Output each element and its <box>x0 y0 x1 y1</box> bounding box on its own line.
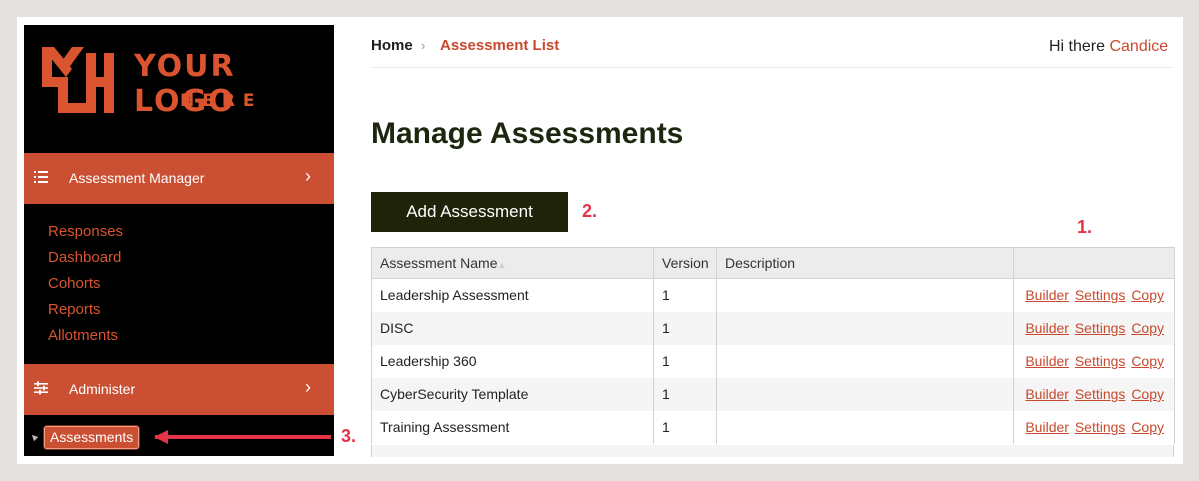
annotation-2: 2. <box>582 201 598 221</box>
cell-name: Leadership 360 <box>371 344 654 378</box>
column-header-description[interactable]: Description <box>716 247 1014 279</box>
assessment-manager-submenu: Responses Dashboard Cohorts Reports Allo… <box>48 219 123 349</box>
cell-version: 1 <box>653 311 717 345</box>
cell-version: 1 <box>653 410 717 444</box>
cell-actions: Builder Settings Copy <box>1013 344 1175 378</box>
sidebar-item-responses[interactable]: Responses <box>48 219 123 245</box>
user-greeting: Hi there Candice <box>1049 38 1168 56</box>
cell-name: CyberSecurity Template <box>371 377 654 411</box>
table-header-row: Assessment Name▲ Version Description <box>371 247 1175 279</box>
builder-link[interactable]: Builder <box>1025 419 1069 435</box>
table-row: Leadership 360 1 Builder Settings Copy <box>371 344 1175 378</box>
sidebar: YOUR LOGO HERE Assessment Manager › Resp… <box>24 25 334 456</box>
greeting-prefix: Hi there <box>1049 38 1110 55</box>
cell-version: 1 <box>653 278 717 312</box>
sidebar-item-assessments[interactable]: Assessments <box>44 426 140 449</box>
cell-description <box>716 410 1014 444</box>
table-row: CyberSecurity Template 1 Builder Setting… <box>371 377 1175 411</box>
cell-name: DISC <box>371 311 654 345</box>
add-assessment-button[interactable]: Add Assessment <box>371 192 568 232</box>
sidebar-item-administer[interactable]: Administer › <box>24 364 334 415</box>
cell-actions: Builder Settings Copy <box>1013 311 1175 345</box>
table-row: Training Assessment 1 Builder Settings C… <box>371 410 1175 444</box>
annotation-arrow-head <box>154 430 168 444</box>
settings-link[interactable]: Settings <box>1075 353 1126 369</box>
copy-link[interactable]: Copy <box>1131 287 1164 303</box>
settings-link[interactable]: Settings <box>1075 287 1126 303</box>
settings-link[interactable]: Settings <box>1075 320 1126 336</box>
sidebar-item-label: Assessment Manager <box>69 170 205 186</box>
cell-actions: Builder Settings Copy <box>1013 278 1175 312</box>
settings-link[interactable]: Settings <box>1075 386 1126 402</box>
logo-text-line2: HERE <box>180 91 263 111</box>
sidebar-item-cohorts[interactable]: Cohorts <box>48 271 123 297</box>
copy-link[interactable]: Copy <box>1131 419 1164 435</box>
user-name-link[interactable]: Candice <box>1109 38 1168 55</box>
cell-name: Leadership Assessment <box>371 278 654 312</box>
copy-link[interactable]: Copy <box>1131 320 1164 336</box>
cell-description <box>716 278 1014 312</box>
cell-name: Training Assessment <box>371 410 654 444</box>
cell-actions: Builder Settings Copy <box>1013 410 1175 444</box>
copy-link[interactable]: Copy <box>1131 386 1164 402</box>
annotation-arrow <box>155 435 331 439</box>
column-header-version[interactable]: Version <box>653 247 717 279</box>
breadcrumb-home[interactable]: Home <box>371 37 413 54</box>
table-row: Leadership Assessment 1 Builder Settings… <box>371 278 1175 312</box>
sidebar-item-assessment-manager[interactable]: Assessment Manager › <box>24 153 334 204</box>
sidebar-item-dashboard[interactable]: Dashboard <box>48 245 123 271</box>
header-divider <box>371 67 1173 68</box>
column-header-assessment-name[interactable]: Assessment Name▲ <box>371 247 654 279</box>
cell-description <box>716 311 1014 345</box>
logo-mark-icon <box>42 47 114 113</box>
builder-link[interactable]: Builder <box>1025 386 1069 402</box>
table-row-partial <box>371 445 1174 457</box>
sort-asc-icon: ▲ <box>497 260 507 270</box>
builder-link[interactable]: Builder <box>1025 353 1069 369</box>
logo: YOUR LOGO HERE <box>42 47 332 137</box>
cell-version: 1 <box>653 344 717 378</box>
assessments-table: Assessment Name▲ Version Description Lea… <box>371 247 1175 444</box>
chevron-right-icon: › <box>305 377 311 397</box>
settings-link[interactable]: Settings <box>1075 419 1126 435</box>
cell-actions: Builder Settings Copy <box>1013 377 1175 411</box>
cell-version: 1 <box>653 377 717 411</box>
tree-expand-icon[interactable] <box>29 432 39 442</box>
sidebar-item-reports[interactable]: Reports <box>48 297 123 323</box>
table-row: DISC 1 Builder Settings Copy <box>371 311 1175 345</box>
breadcrumb-current: Assessment List <box>440 37 560 54</box>
sliders-icon <box>34 381 48 395</box>
list-icon <box>34 171 48 183</box>
copy-link[interactable]: Copy <box>1131 353 1164 369</box>
chevron-right-icon: › <box>305 166 311 186</box>
sidebar-item-label: Administer <box>69 381 136 397</box>
builder-link[interactable]: Builder <box>1025 320 1069 336</box>
column-header-actions <box>1013 247 1175 279</box>
annotation-3: 3. <box>341 426 357 446</box>
cell-description <box>716 377 1014 411</box>
sidebar-item-allotments[interactable]: Allotments <box>48 323 123 349</box>
annotation-1: 1. <box>1077 217 1093 237</box>
cell-description <box>716 344 1014 378</box>
page-title: Manage Assessments <box>371 117 684 150</box>
builder-link[interactable]: Builder <box>1025 287 1069 303</box>
breadcrumb-separator-icon: › <box>421 38 426 53</box>
